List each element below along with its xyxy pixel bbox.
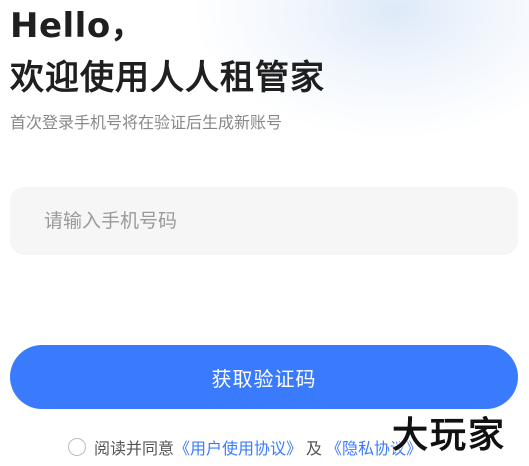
page-title: 欢迎使用人人租管家 [10, 58, 325, 98]
phone-field[interactable] [10, 187, 518, 255]
user-agreement-link[interactable]: 《用户使用协议》 [174, 435, 302, 459]
agreement-checkbox[interactable] [68, 438, 86, 456]
agreement-conjunction: 及 [306, 439, 323, 458]
agreement-row: 阅读并同意 《用户使用协议》 及 《隐私协议》 [68, 436, 422, 458]
agreement-prefix: 阅读并同意 [94, 439, 175, 458]
greeting-heading: Hello， [10, 6, 146, 46]
get-code-button[interactable]: 获取验证码 [10, 345, 518, 409]
page-subtitle: 首次登录手机号将在验证后生成新账号 [10, 113, 283, 132]
phone-input[interactable] [10, 187, 518, 255]
watermark-logo: 大玩家 [392, 415, 507, 456]
